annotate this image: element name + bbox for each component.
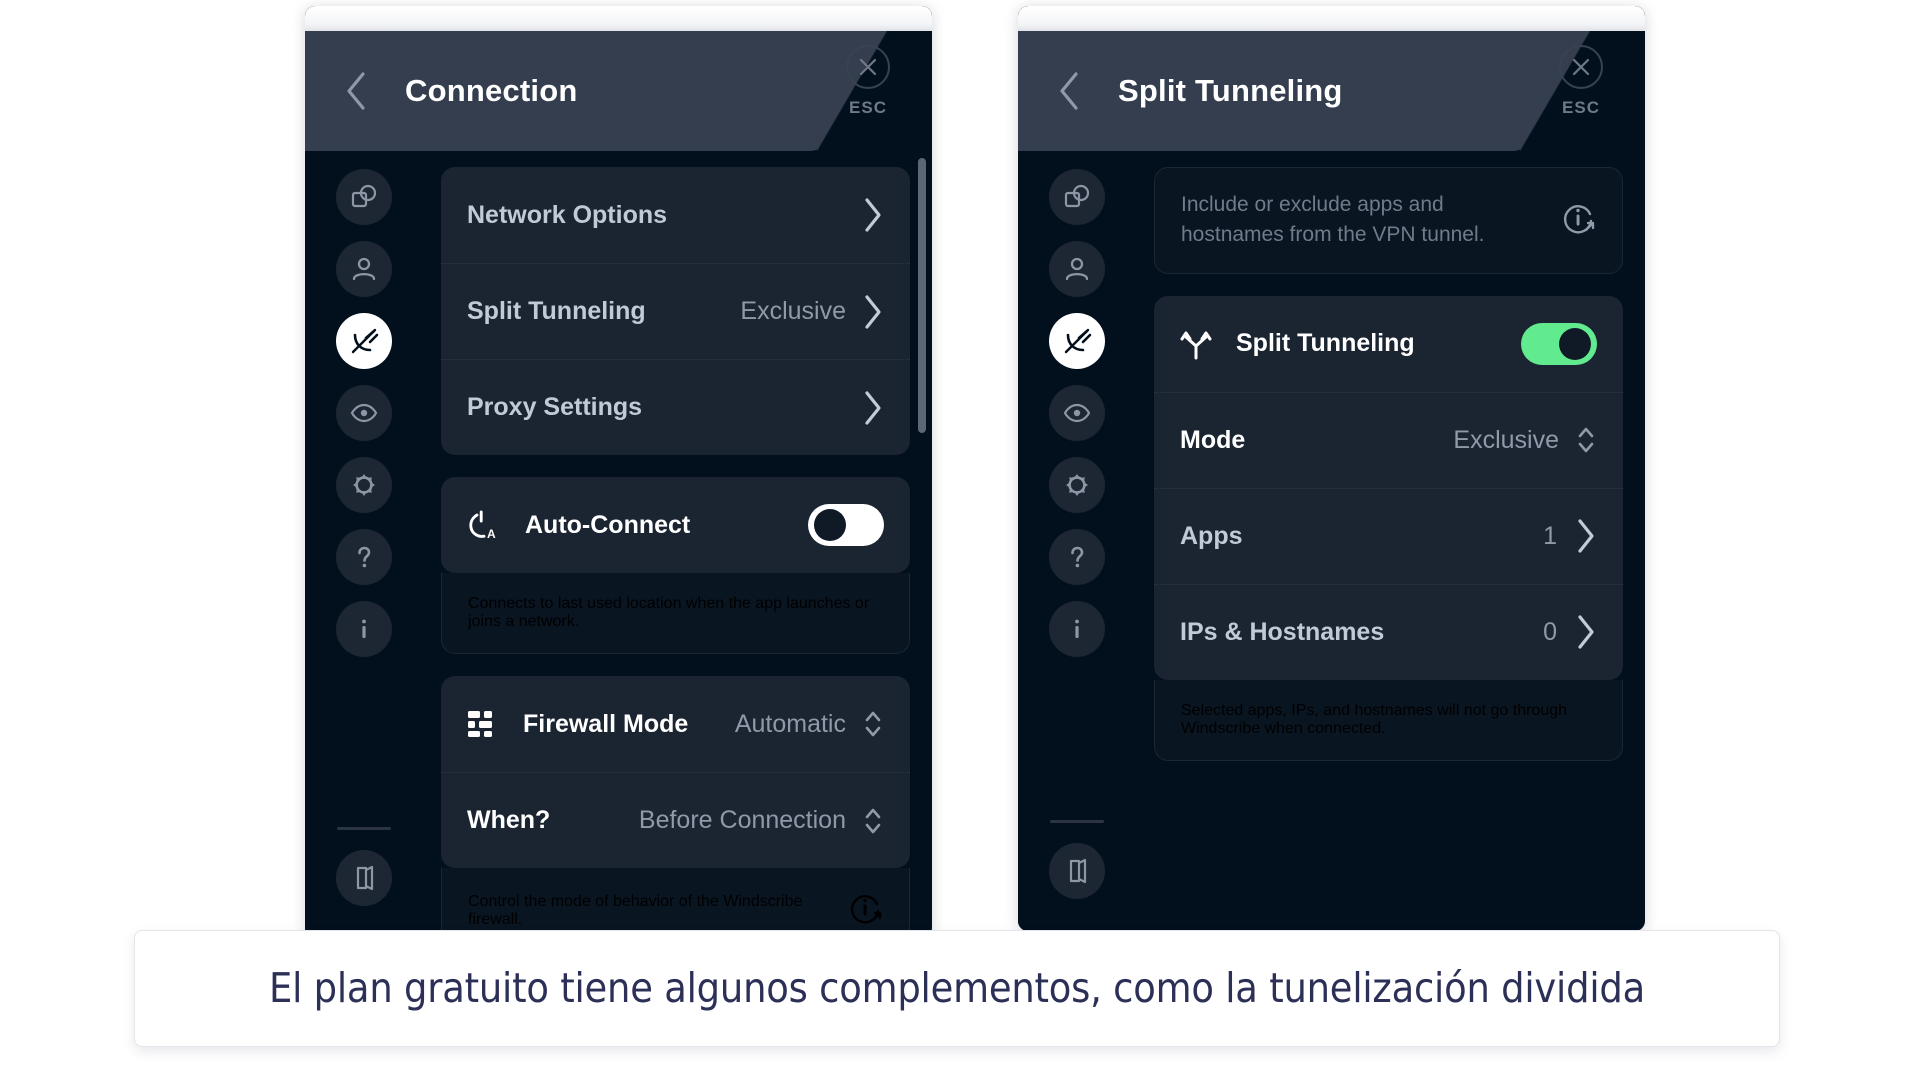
svg-text:A: A: [487, 527, 496, 541]
sidebar-divider: [1050, 820, 1104, 823]
split-tunneling-intro: Include or exclude apps and hostnames fr…: [1154, 167, 1623, 274]
row-label: Split Tunneling: [467, 297, 646, 325]
row-value: Automatic: [734, 709, 846, 738]
stepper-icon[interactable]: [1575, 423, 1597, 457]
row-value: Exclusive: [740, 297, 846, 325]
firewall-card: Firewall Mode Automatic When? Before Con…: [441, 676, 910, 868]
caption-box: El plan gratuito tiene algunos complemen…: [134, 930, 1780, 1047]
panel1-scrollbar[interactable]: [918, 158, 926, 914]
row-firewall-when[interactable]: When? Before Connection: [441, 772, 910, 868]
panel2-sidebar: [1018, 151, 1136, 931]
sidebar-item-account[interactable]: [336, 241, 392, 297]
row-ips-hostnames[interactable]: IPs & Hostnames 0: [1154, 583, 1623, 680]
esc-label: ESC: [1562, 98, 1600, 117]
row-label: Auto-Connect: [525, 510, 691, 539]
panel2-esc-button[interactable]: ESC: [1545, 45, 1617, 118]
sidebar-item-connection[interactable]: [336, 313, 392, 369]
sidebar-item-general[interactable]: [336, 169, 392, 225]
chevron-right-icon: [1575, 613, 1597, 651]
panel2-title: Split Tunneling: [1118, 73, 1343, 108]
row-split-tunneling-toggle[interactable]: Split Tunneling: [1154, 296, 1623, 392]
scrollbar-thumb[interactable]: [918, 158, 926, 433]
windscribe-window-connection: Connection ESC Network Options Split Tun…: [305, 6, 932, 938]
panel1-content: Network Options Split Tunneling Exclusiv…: [423, 151, 932, 938]
sidebar-item-about[interactable]: [1049, 601, 1105, 657]
sidebar-item-connection[interactable]: [1049, 313, 1105, 369]
row-label: Proxy Settings: [467, 393, 643, 421]
row-proxy-settings[interactable]: Proxy Settings: [441, 359, 910, 455]
sidebar-divider: [337, 827, 391, 830]
description-text: Selected apps, IPs, and hostnames will n…: [1181, 701, 1568, 737]
chevron-right-icon: [862, 389, 884, 427]
row-split-tunneling[interactable]: Split Tunneling Exclusive: [441, 263, 910, 359]
description-text: Connects to last used location when the …: [468, 595, 870, 630]
panel1-esc-button[interactable]: ESC: [832, 45, 904, 118]
row-value: Exclusive: [1453, 425, 1559, 454]
sidebar-item-about[interactable]: [336, 601, 392, 657]
stepper-icon[interactable]: [862, 804, 884, 838]
firewall-icon: [467, 710, 499, 738]
toggle-knob: [814, 509, 846, 541]
split-tunneling-card: Split Tunneling Mode Exclusive Apps 1 IP…: [1154, 295, 1623, 680]
sidebar-item-logout[interactable]: [336, 850, 392, 906]
sidebar-item-help[interactable]: [1049, 529, 1105, 585]
row-mode[interactable]: Mode Exclusive: [1154, 391, 1623, 488]
chevron-right-icon: [1575, 517, 1597, 555]
close-icon: [846, 45, 890, 89]
sidebar-item-logout[interactable]: [1049, 843, 1105, 899]
row-auto-connect[interactable]: A Auto-Connect: [441, 477, 910, 573]
stepper-icon[interactable]: [862, 707, 884, 741]
power-auto-icon: A: [467, 508, 501, 542]
split-tunneling-footer-description: Selected apps, IPs, and hostnames will n…: [1154, 679, 1623, 761]
firewall-description: Control the mode of behavior of the Wind…: [441, 868, 910, 938]
sidebar-item-general[interactable]: [1049, 169, 1105, 225]
split-tunneling-toggle[interactable]: [1521, 322, 1597, 365]
row-firewall-mode[interactable]: Firewall Mode Automatic: [441, 676, 910, 772]
panel2-header: Split Tunneling ESC: [1018, 31, 1645, 151]
chevron-right-icon: [862, 196, 884, 234]
row-label: Firewall Mode: [523, 709, 689, 738]
windscribe-window-split-tunneling: Split Tunneling ESC Include or exclude a…: [1018, 6, 1645, 931]
description-text: Control the mode of behavior of the Wind…: [468, 892, 803, 928]
row-value: 0: [1543, 617, 1557, 646]
panel1-back-button[interactable]: [343, 31, 369, 151]
sidebar-item-robert[interactable]: [1049, 385, 1105, 441]
screenshot-stage: Connection ESC Network Options Split Tun…: [0, 0, 1917, 1079]
row-label: Network Options: [467, 200, 668, 229]
auto-connect-card: A Auto-Connect: [441, 477, 910, 573]
panel1-header: Connection ESC: [305, 31, 932, 151]
info-external-icon[interactable]: [847, 890, 883, 931]
row-value: Before Connection: [638, 806, 846, 834]
chevron-right-icon: [862, 293, 884, 331]
sidebar-item-preferences[interactable]: [1049, 457, 1105, 513]
toggle-knob: [1559, 327, 1591, 360]
row-apps[interactable]: Apps 1: [1154, 487, 1623, 584]
sidebar-item-account[interactable]: [1049, 241, 1105, 297]
sidebar-item-help[interactable]: [336, 529, 392, 585]
row-label: Split Tunneling: [1236, 329, 1415, 358]
row-label: Apps: [1180, 521, 1243, 550]
intro-text: Include or exclude apps and hostnames fr…: [1181, 193, 1485, 247]
info-external-icon[interactable]: [1560, 200, 1596, 241]
caption-text: El plan gratuito tiene algunos complemen…: [268, 964, 1646, 1013]
panel1-title: Connection: [405, 73, 578, 108]
sidebar-item-preferences[interactable]: [336, 457, 392, 513]
row-label: Mode: [1180, 425, 1246, 454]
panel2-back-button[interactable]: [1056, 31, 1082, 151]
sidebar-item-robert[interactable]: [336, 385, 392, 441]
row-label: When?: [467, 806, 551, 834]
row-value: 1: [1543, 521, 1557, 550]
auto-connect-toggle[interactable]: [808, 504, 884, 546]
panel1-sidebar: [305, 151, 423, 938]
panel2-content: Include or exclude apps and hostnames fr…: [1136, 151, 1645, 931]
window-title-bar: [305, 6, 932, 31]
connection-menu-card: Network Options Split Tunneling Exclusiv…: [441, 167, 910, 455]
close-icon: [1559, 45, 1603, 89]
split-tunnel-icon: [1180, 328, 1212, 360]
esc-label: ESC: [849, 98, 887, 117]
auto-connect-description: Connects to last used location when the …: [441, 573, 910, 654]
row-network-options[interactable]: Network Options: [441, 167, 910, 263]
window-title-bar: [1018, 6, 1645, 31]
row-label: IPs & Hostnames: [1180, 617, 1385, 646]
